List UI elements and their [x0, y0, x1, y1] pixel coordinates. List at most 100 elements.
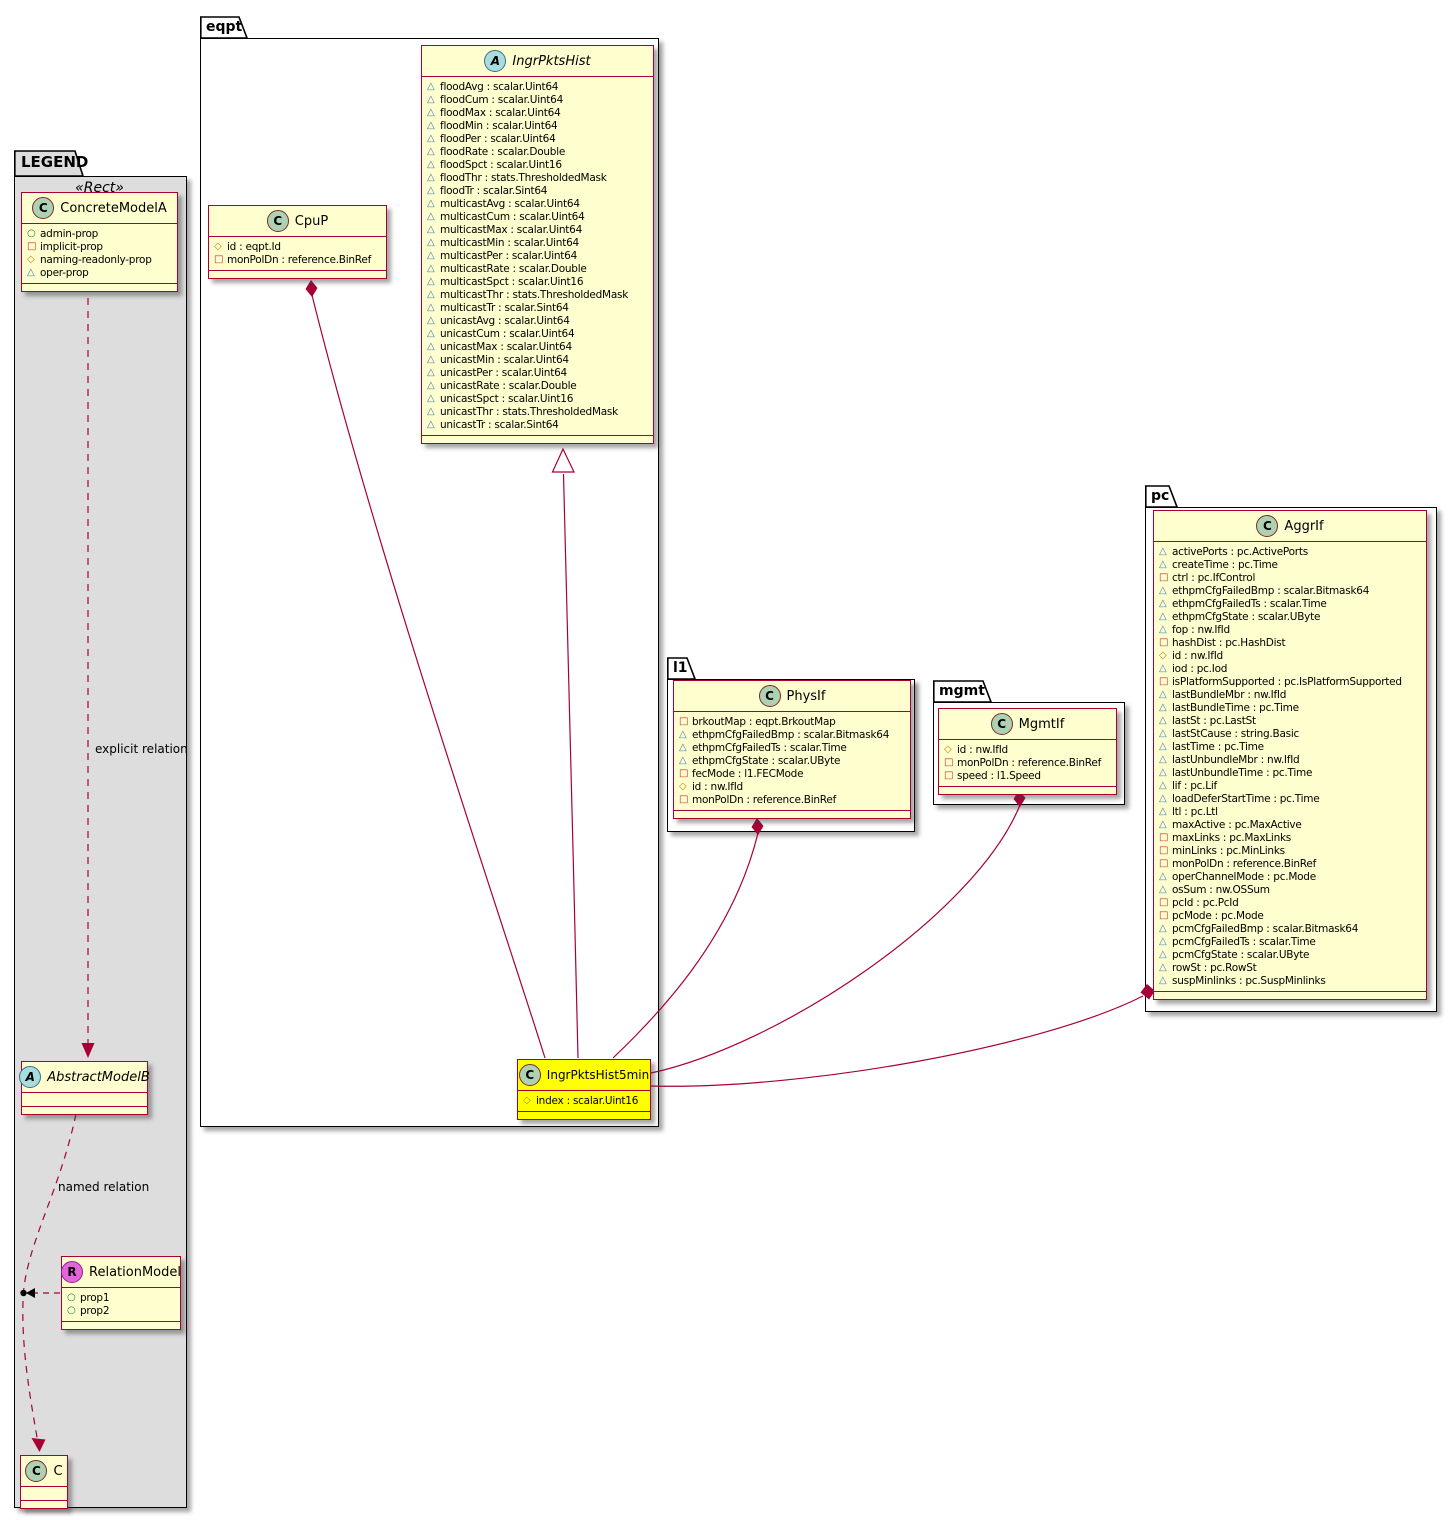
attribute-text: floodAvg : scalar.Uint64: [440, 81, 558, 93]
attribute-text: admin-prop: [40, 228, 98, 240]
class-abstractmodelb: A AbstractModelB: [21, 1061, 148, 1115]
class-cpup: C CpuP id : eqpt.IdmonPolDn : reference.…: [208, 205, 387, 279]
attribute-row: floodPer : scalar.Uint64: [427, 132, 648, 145]
implicit-prop-icon: [1159, 859, 1172, 869]
oper-prop-icon: [427, 368, 440, 378]
attribute-row: speed : l1.Speed: [944, 769, 1111, 782]
attribute-text: activePorts : pc.ActivePorts: [1172, 546, 1308, 558]
attribute-text: index : scalar.Uint16: [536, 1095, 638, 1107]
class-name: ConcreteModelA: [60, 201, 167, 216]
attribute-text: hashDist : pc.HashDist: [1172, 637, 1285, 649]
methods-compartment: [422, 435, 653, 443]
methods-compartment: [674, 810, 910, 818]
l1-package-label: l1: [673, 660, 688, 676]
attribute-row: ethpmCfgState : scalar.UByte: [679, 754, 905, 767]
attribute-text: monPolDn : reference.BinRef: [1172, 858, 1316, 870]
class-spot-icon: C: [991, 713, 1013, 735]
attribute-row: pcmCfgState : scalar.UByte: [1159, 948, 1421, 961]
attribute-row: prop2: [67, 1304, 175, 1317]
oper-prop-icon: [1159, 820, 1172, 830]
named-relation-label: named relation: [58, 1180, 149, 1194]
attribute-text: lastSt : pc.LastSt: [1172, 715, 1256, 727]
attribute-row: fop : nw.IfId: [1159, 623, 1421, 636]
oper-prop-icon: [427, 277, 440, 287]
oper-prop-icon: [427, 186, 440, 196]
implicit-prop-icon: [1159, 911, 1172, 921]
oper-prop-icon: [1159, 586, 1172, 596]
attribute-row: lastUnbundleMbr : nw.IfId: [1159, 753, 1421, 766]
attribute-row: monPolDn : reference.BinRef: [679, 793, 905, 806]
attribute-row: multicastPer : scalar.Uint64: [427, 249, 648, 262]
attribute-row: prop1: [67, 1291, 175, 1304]
oper-prop-icon: [427, 251, 440, 261]
attribute-row: unicastCum : scalar.Uint64: [427, 327, 648, 340]
class-name: C: [53, 1464, 62, 1479]
attribute-text: lastUnbundleMbr : nw.IfId: [1172, 754, 1299, 766]
class-c: C C: [20, 1455, 68, 1509]
naming-prop-icon: [214, 242, 227, 252]
attribute-row: implicit-prop: [27, 240, 172, 253]
oper-prop-icon: [427, 134, 440, 144]
attribute-text: floodMax : scalar.Uint64: [440, 107, 561, 119]
class-name: MgmtIf: [1019, 717, 1065, 732]
oper-prop-icon: [1159, 872, 1172, 882]
attribute-text: pcId : pc.PcId: [1172, 897, 1239, 909]
oper-prop-icon: [1159, 599, 1172, 609]
attribute-text: unicastMax : scalar.Uint64: [440, 341, 572, 353]
oper-prop-icon: [427, 82, 440, 92]
attribute-text: unicastAvg : scalar.Uint64: [440, 315, 570, 327]
attribute-list: [21, 1487, 67, 1500]
oper-prop-icon: [427, 407, 440, 417]
attribute-row: monPolDn : reference.BinRef: [214, 253, 381, 266]
attribute-row: lastUnbundleTime : pc.Time: [1159, 766, 1421, 779]
oper-prop-icon: [427, 329, 440, 339]
attribute-text: multicastMax : scalar.Uint64: [440, 224, 582, 236]
oper-prop-icon: [1159, 807, 1172, 817]
implicit-prop-icon: [679, 795, 692, 805]
oper-prop-icon: [1159, 950, 1172, 960]
attribute-text: unicastPer : scalar.Uint64: [440, 367, 567, 379]
attribute-text: ethpmCfgFailedTs : scalar.Time: [1172, 598, 1327, 610]
attribute-text: floodRate : scalar.Double: [440, 146, 565, 158]
class-header: C ConcreteModelA: [22, 193, 177, 224]
attribute-list: [22, 1093, 147, 1106]
attribute-row: maxLinks : pc.MaxLinks: [1159, 831, 1421, 844]
attribute-row: createTime : pc.Time: [1159, 558, 1421, 571]
oper-prop-icon: [427, 342, 440, 352]
oper-prop-icon: [1159, 560, 1172, 570]
attribute-row: lastBundleMbr : nw.IfId: [1159, 688, 1421, 701]
class-header: C CpuP: [209, 206, 386, 237]
oper-prop-icon: [427, 121, 440, 131]
oper-prop-icon: [1159, 963, 1172, 973]
attribute-row: unicastAvg : scalar.Uint64: [427, 314, 648, 327]
attribute-text: floodCum : scalar.Uint64: [440, 94, 563, 106]
class-spot-icon: C: [25, 1460, 47, 1482]
attribute-row: multicastMax : scalar.Uint64: [427, 223, 648, 236]
class-header: C AggrIf: [1154, 511, 1426, 542]
implicit-prop-icon: [944, 771, 957, 781]
admin-prop-icon: [67, 1293, 80, 1303]
attribute-row: ctrl : pc.IfControl: [1159, 571, 1421, 584]
class-spot-icon: C: [32, 197, 54, 219]
attribute-row: multicastRate : scalar.Double: [427, 262, 648, 275]
oper-prop-icon: [1159, 924, 1172, 934]
attribute-text: ctrl : pc.IfControl: [1172, 572, 1255, 584]
attribute-row: lastBundleTime : pc.Time: [1159, 701, 1421, 714]
naming-prop-icon: [27, 255, 40, 265]
explicit-relation-label: explicit relation: [95, 742, 188, 756]
class-spot-icon: C: [759, 685, 781, 707]
naming-prop-icon: [944, 745, 957, 755]
attribute-row: brkoutMap : eqpt.BrkoutMap: [679, 715, 905, 728]
attribute-row: floodMax : scalar.Uint64: [427, 106, 648, 119]
attribute-row: unicastThr : stats.ThresholdedMask: [427, 405, 648, 418]
attribute-row: lastSt : pc.LastSt: [1159, 714, 1421, 727]
oper-prop-icon: [1159, 937, 1172, 947]
methods-compartment: [22, 1106, 147, 1114]
methods-compartment: [939, 786, 1116, 794]
oper-prop-icon: [679, 756, 692, 766]
attribute-row: monPolDn : reference.BinRef: [944, 756, 1111, 769]
attribute-text: id : eqpt.Id: [227, 241, 281, 253]
attribute-text: createTime : pc.Time: [1172, 559, 1278, 571]
class-name: PhysIf: [787, 689, 826, 704]
attribute-row: monPolDn : reference.BinRef: [1159, 857, 1421, 870]
